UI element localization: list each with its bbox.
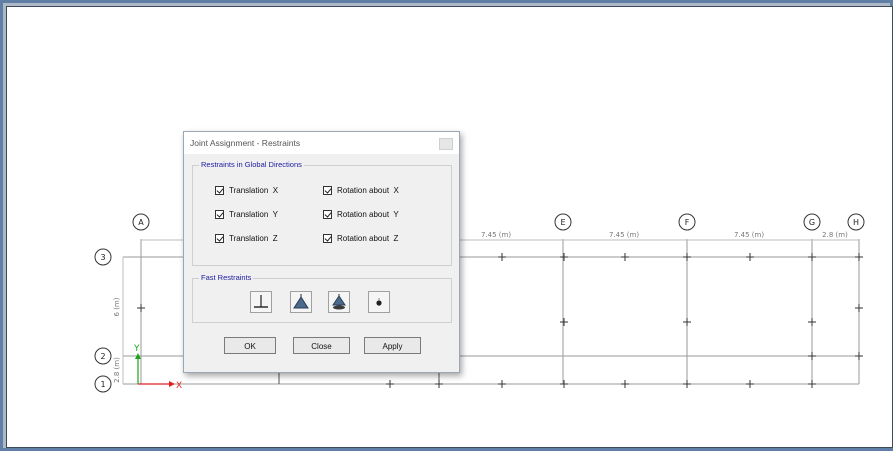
checkbox-box[interactable]: [323, 210, 332, 219]
x-axis-label: X: [176, 381, 182, 391]
dialog-title: Joint Assignment - Restraints: [190, 138, 301, 148]
y-axis-label: Y: [133, 344, 140, 354]
checkbox-translation-y[interactable]: Translation Y: [215, 210, 278, 219]
global-restraints-group: Restraints in Global Directions Translat…: [192, 160, 452, 266]
row-bubbles: 3 2 1: [94, 248, 112, 393]
dim-label-x-1: 7.45 (m): [481, 231, 511, 239]
svg-text:2: 2: [100, 352, 105, 361]
checkbox-box[interactable]: [215, 210, 224, 219]
svg-text:H: H: [853, 218, 859, 227]
fixed-support-button[interactable]: [250, 291, 272, 313]
checkbox-translation-z[interactable]: Translation Z: [215, 234, 278, 243]
dim-label-x-2: 7.45 (m): [609, 231, 639, 239]
grid-bubble-a: A: [132, 213, 150, 231]
checkbox-box[interactable]: [323, 186, 332, 195]
grid-bubble-3: 3: [94, 248, 112, 266]
fast-restraints-group: Fast Restraints: [192, 273, 452, 323]
checkbox-translation-x[interactable]: Translation X: [215, 186, 278, 195]
dim-label-y-1: 6 (m): [113, 297, 121, 316]
grid-bubble-f: F: [678, 213, 696, 231]
checkbox-rotation-x[interactable]: Rotation about X: [323, 186, 399, 195]
joint-restraints-dialog: Joint Assignment - Restraints Restraints…: [183, 131, 460, 373]
grid-bubble-h: H: [847, 213, 865, 231]
global-axes: X Y: [133, 344, 182, 391]
svg-text:E: E: [560, 218, 565, 227]
checkbox-rotation-y[interactable]: Rotation about Y: [323, 210, 399, 219]
grid-bubble-e: E: [554, 213, 572, 231]
dim-label-x-4: 2.8 (m): [822, 231, 848, 239]
grid-bubble-g: G: [803, 213, 821, 231]
checkbox-box[interactable]: [215, 186, 224, 195]
grid-bubble-1: 1: [94, 375, 112, 393]
svg-text:G: G: [809, 218, 815, 227]
svg-text:F: F: [685, 218, 690, 227]
model-view-canvas[interactable]: A E F G H 3 2 1 7.45 (m) 7.45 (m) 7.45 (…: [6, 6, 893, 448]
checkbox-box[interactable]: [323, 234, 332, 243]
fixed-support-icon: [254, 295, 268, 308]
pinned-support-icon: [293, 294, 309, 309]
grid-bubble-2: 2: [94, 347, 112, 365]
free-joint-icon: [376, 298, 382, 306]
roller-support-icon: [332, 294, 346, 310]
ok-button[interactable]: OK: [224, 337, 276, 354]
dim-label-y-2: 2.8 (m): [113, 357, 121, 383]
close-icon[interactable]: [439, 138, 453, 150]
dialog-titlebar[interactable]: Joint Assignment - Restraints: [184, 132, 459, 154]
dim-label-x-3: 7.45 (m): [734, 231, 764, 239]
svg-text:A: A: [138, 218, 144, 227]
application-frame: A E F G H 3 2 1 7.45 (m) 7.45 (m) 7.45 (…: [0, 0, 893, 451]
apply-button[interactable]: Apply: [364, 337, 421, 354]
pinned-support-button[interactable]: [290, 291, 312, 313]
svg-text:1: 1: [100, 380, 105, 389]
free-joint-button[interactable]: [368, 291, 390, 313]
roller-support-button[interactable]: [328, 291, 350, 313]
checkbox-rotation-z[interactable]: Rotation about Z: [323, 234, 398, 243]
group-title-global: Restraints in Global Directions: [199, 160, 304, 169]
checkbox-box[interactable]: [215, 234, 224, 243]
group-title-fast: Fast Restraints: [199, 273, 254, 282]
close-button[interactable]: Close: [293, 337, 350, 354]
svg-text:3: 3: [100, 253, 105, 262]
